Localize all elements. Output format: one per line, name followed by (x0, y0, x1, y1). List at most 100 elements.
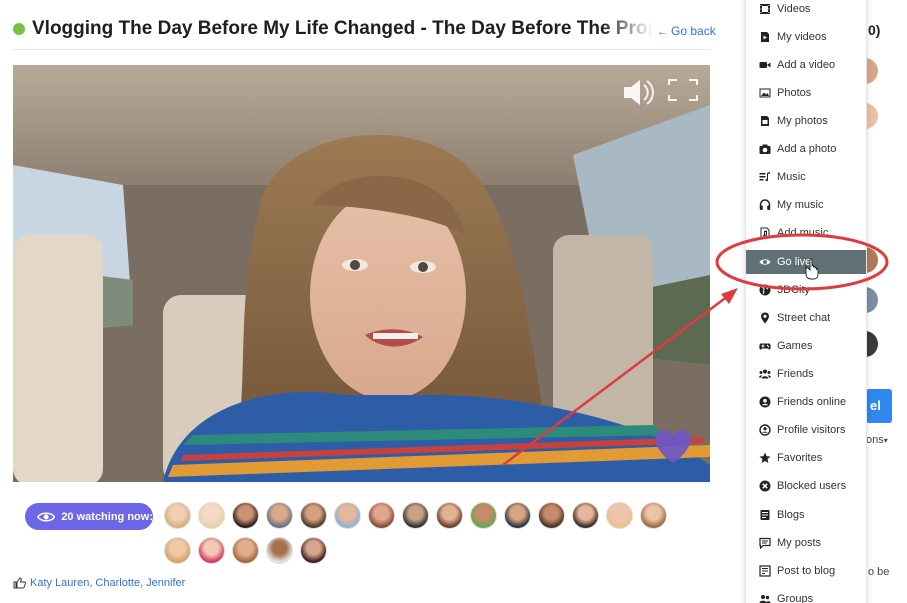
menu-item-friends[interactable]: Friends (746, 362, 866, 386)
menu-item-videos[interactable]: Videos (746, 0, 866, 21)
menu-item-label: Games (777, 340, 813, 352)
menu-item-blogs[interactable]: Blogs (746, 503, 866, 527)
menu-item-label: Add music (777, 227, 829, 239)
viewer-avatar[interactable] (232, 502, 259, 529)
comment-icon (759, 537, 771, 549)
user-circle-icon (759, 396, 771, 408)
viewer-avatar[interactable] (640, 502, 667, 529)
right-panel-count: 0) (868, 22, 881, 38)
live-status-dot (13, 23, 25, 35)
go-back-label: Go back (671, 24, 716, 38)
viewer-avatar[interactable] (266, 537, 293, 564)
video-player[interactable] (13, 65, 710, 482)
viewer-avatar[interactable] (300, 502, 327, 529)
menu-item-label: Blogs (777, 509, 805, 521)
menu-item-add-music[interactable]: Add music (746, 221, 866, 245)
menu-item-my-photos[interactable]: My photos (746, 109, 866, 133)
menu-item-label: Profile visitors (777, 424, 846, 436)
menu-item-blocked-users[interactable]: Blocked users (746, 474, 866, 498)
menu-item-my-music[interactable]: My music (746, 193, 866, 217)
viewer-avatar[interactable] (572, 502, 599, 529)
viewer-avatar[interactable] (368, 502, 395, 529)
menu-item-label: Music (777, 171, 806, 183)
viewer-avatar[interactable] (436, 502, 463, 529)
menu-item-favorites[interactable]: Favorites (746, 446, 866, 470)
menu-item-my-videos[interactable]: My videos (746, 25, 866, 49)
menu-item-add-a-photo[interactable]: Add a photo (746, 137, 866, 161)
visitor-icon (759, 424, 771, 436)
viewer-avatar[interactable] (266, 502, 293, 529)
image-icon (759, 88, 771, 98)
arrow-left-icon: ← (657, 26, 668, 38)
menu-item-street-chat[interactable]: Street chat (746, 306, 866, 330)
viewer-avatar[interactable] (538, 502, 565, 529)
right-panel-options[interactable]: ons▾ (866, 434, 888, 446)
menu-item-label: My music (777, 199, 824, 211)
likes-row: Katy Lauren, Charlotte, Jennifer (13, 577, 185, 589)
menu-item-label: Favorites (777, 452, 823, 464)
video-frame (13, 65, 710, 482)
menu-item-groups[interactable]: Groups (746, 587, 866, 603)
star-icon (759, 452, 771, 463)
menu-item-label: Friends (777, 368, 814, 380)
menu-item-post-to-blog[interactable]: Post to blog (746, 559, 866, 583)
map-marker-icon (761, 312, 769, 324)
thumbs-up-icon (13, 577, 26, 589)
eye-icon (37, 512, 56, 521)
viewer-avatar[interactable] (504, 502, 531, 529)
menu-item-label: Add a video (777, 59, 836, 71)
right-panel-text: o be (868, 566, 890, 578)
menu-item-label: Groups (777, 593, 814, 603)
watching-now-badge[interactable]: 20 watching now: (25, 503, 153, 530)
post-icon (759, 565, 771, 577)
header-divider (13, 49, 710, 50)
menu-item-label: Videos (777, 3, 811, 15)
menu-item-go-live[interactable]: Go live (746, 250, 866, 274)
menu-item-profile-visitors[interactable]: Profile visitors (746, 418, 866, 442)
camera-icon (759, 144, 771, 154)
menu-item-label: Street chat (777, 312, 831, 324)
viewer-avatar[interactable] (300, 537, 327, 564)
viewer-avatar[interactable] (334, 502, 361, 529)
menu-item-label: My photos (777, 115, 828, 127)
viewer-avatar[interactable] (606, 502, 633, 529)
film-icon (760, 4, 770, 14)
menu-item-label: My videos (777, 31, 827, 43)
menu-item-friends-online[interactable]: Friends online (746, 390, 866, 414)
gamepad-icon (759, 343, 771, 350)
music-file-icon (760, 227, 770, 239)
arrow-head-icon (721, 288, 738, 304)
viewer-avatar[interactable] (198, 537, 225, 564)
viewer-avatar[interactable] (232, 537, 259, 564)
caret-down-icon: ▾ (883, 436, 888, 445)
menu-item-add-a-video[interactable]: Add a video (746, 53, 866, 77)
menu-item-label: My posts (777, 537, 822, 549)
liked-by-names[interactable]: Katy Lauren, Charlotte, Jennifer (30, 577, 185, 589)
menu-item-photos[interactable]: Photos (746, 81, 866, 105)
video-camera-icon (759, 62, 771, 68)
eye-icon (759, 259, 771, 265)
menu-item-games[interactable]: Games (746, 334, 866, 358)
viewer-avatar[interactable] (164, 537, 191, 564)
groups-icon (759, 595, 771, 603)
headphones-icon (759, 199, 771, 210)
viewer-avatar[interactable] (470, 502, 497, 529)
menu-item-my-posts[interactable]: My posts (746, 531, 866, 555)
block-icon (759, 480, 771, 492)
viewer-avatar[interactable] (164, 502, 191, 529)
music-list-icon (759, 172, 770, 182)
viewer-avatar[interactable] (402, 502, 429, 529)
page-title: Vlogging The Day Before My Life Changed … (32, 18, 652, 40)
menu-item-label: 3DCity (777, 284, 811, 296)
right-panel-button[interactable]: el (866, 389, 892, 423)
menu-item-label: Photos (777, 87, 812, 99)
file-image-icon (761, 116, 769, 126)
go-back-link[interactable]: ← Go back (657, 24, 716, 38)
right-panel-options-label: ons (866, 434, 884, 446)
users-icon (759, 369, 771, 379)
watching-now-label: 20 watching now: (61, 510, 153, 523)
menu-item-music[interactable]: Music (746, 165, 866, 189)
menu-item-label: Add a photo (777, 143, 837, 155)
menu-item-3dcity[interactable]: 3DCity (746, 278, 866, 302)
viewer-avatar[interactable] (198, 502, 225, 529)
